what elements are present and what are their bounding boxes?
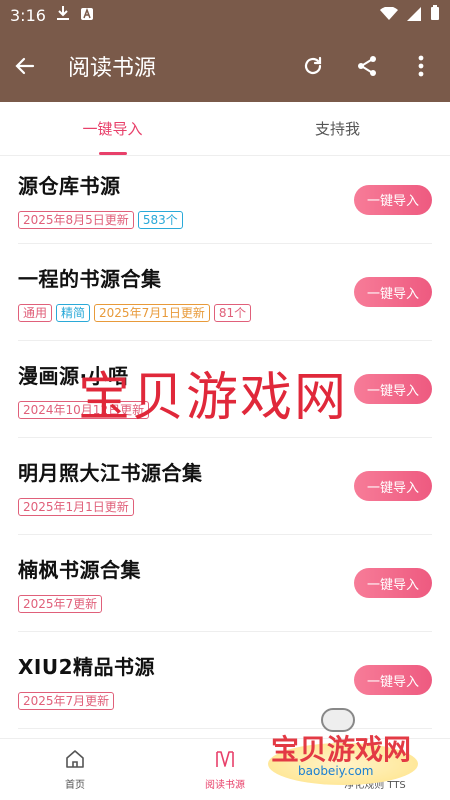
page-title: 阅读书源: [68, 56, 157, 81]
nav-book-source[interactable]: 阅读书源: [150, 739, 300, 800]
bottom-nav: 首页 阅读书源 净化规则 TTS: [0, 738, 450, 800]
import-button[interactable]: 一键导入: [354, 374, 432, 404]
nav-label: 首页: [65, 780, 85, 791]
tab-support-me[interactable]: 支持我: [225, 102, 450, 155]
signal-icon: [406, 6, 422, 25]
nav-tts[interactable]: 净化规则 TTS: [300, 739, 450, 800]
source-list: 源仓库书源 2025年8月5日更新 583个 一键导入 一程的书源合集 通用 精…: [0, 156, 450, 729]
source-name: 源仓库书源: [18, 174, 121, 198]
import-button[interactable]: 一键导入: [354, 568, 432, 598]
source-name: 漫画源·小唔: [18, 363, 129, 388]
category-tag: 精简: [56, 303, 91, 322]
list-item: XIU2精品书源 2025年7月更新 一键导入: [18, 632, 432, 729]
nav-label: 阅读书源: [205, 780, 245, 791]
tts-icon: [364, 748, 386, 773]
back-arrow-icon[interactable]: [12, 53, 38, 79]
source-name: 楠枫书源合集: [18, 557, 141, 582]
update-tag: 2025年7月1日更新: [94, 303, 210, 322]
status-bar: 3:16: [0, 0, 450, 30]
wifi-icon: [380, 5, 398, 25]
import-button[interactable]: 一键导入: [354, 277, 432, 307]
update-tag: 2024年10月12日更新: [18, 400, 150, 419]
count-tag: 583个: [137, 211, 183, 229]
list-item: 一程的书源合集 通用 精简 2025年7月1日更新 81个 一键导入: [18, 244, 432, 341]
app-notification-icon: [80, 6, 94, 25]
more-vert-icon[interactable]: [408, 53, 434, 79]
list-item: 明月照大江书源合集 2025年1月1日更新 一键导入: [18, 438, 432, 535]
source-name: 一程的书源合集: [18, 266, 162, 291]
count-tag: 81个: [213, 303, 252, 322]
import-button[interactable]: 一键导入: [354, 665, 432, 695]
refresh-icon[interactable]: [300, 53, 326, 79]
tab-bar: 一键导入 支持我: [0, 102, 450, 156]
book-source-icon: [214, 748, 236, 773]
nav-label: 净化规则 TTS: [344, 780, 406, 791]
list-item: 源仓库书源 2025年8月5日更新 583个 一键导入: [18, 156, 432, 244]
update-tag: 2025年7月更新: [18, 691, 115, 710]
source-name: 明月照大江书源合集: [18, 460, 203, 485]
list-item: 漫画源·小唔 2024年10月12日更新 一键导入: [18, 341, 432, 438]
download-icon: [56, 5, 70, 25]
nav-home[interactable]: 首页: [0, 739, 150, 800]
tab-one-click-import[interactable]: 一键导入: [0, 102, 225, 155]
import-button[interactable]: 一键导入: [354, 184, 432, 215]
battery-icon: [430, 5, 440, 25]
category-tag: 通用: [18, 303, 53, 322]
app-bar: 阅读书源: [0, 30, 450, 102]
update-tag: 2025年7更新: [18, 594, 103, 613]
update-tag: 2025年8月5日更新: [18, 211, 134, 229]
share-icon[interactable]: [354, 53, 380, 79]
home-icon: [64, 748, 86, 773]
update-tag: 2025年1月1日更新: [18, 497, 134, 516]
source-name: XIU2精品书源: [18, 654, 156, 679]
list-item: 楠枫书源合集 2025年7更新 一键导入: [18, 535, 432, 632]
status-time: 3:16: [10, 5, 46, 25]
import-button[interactable]: 一键导入: [354, 471, 432, 501]
